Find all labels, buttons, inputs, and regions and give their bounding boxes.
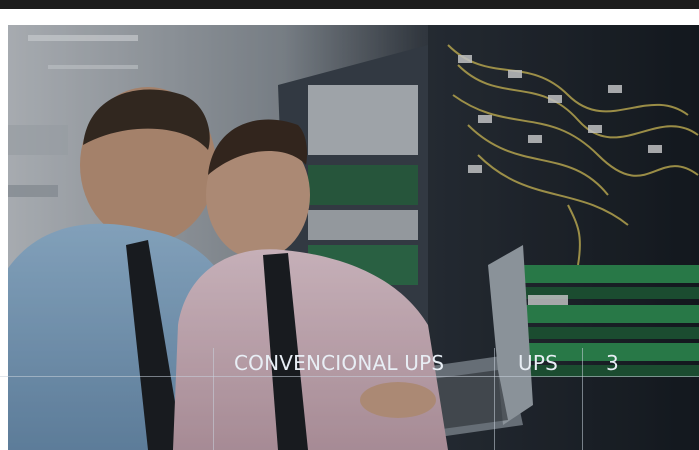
caption-title[interactable]: CONVENCIONAL UPS <box>234 349 444 377</box>
hero-photo <box>8 25 699 450</box>
top-bar <box>0 0 699 9</box>
caption-separator <box>213 348 214 450</box>
caption-separator <box>582 348 583 450</box>
caption-separator <box>494 348 495 450</box>
caption-category[interactable]: UPS <box>518 349 558 377</box>
photo-dim-overlay <box>8 25 699 450</box>
page: CONVENCIONAL UPS UPS 3 <box>0 0 699 450</box>
caption-number: 3 <box>606 351 619 375</box>
